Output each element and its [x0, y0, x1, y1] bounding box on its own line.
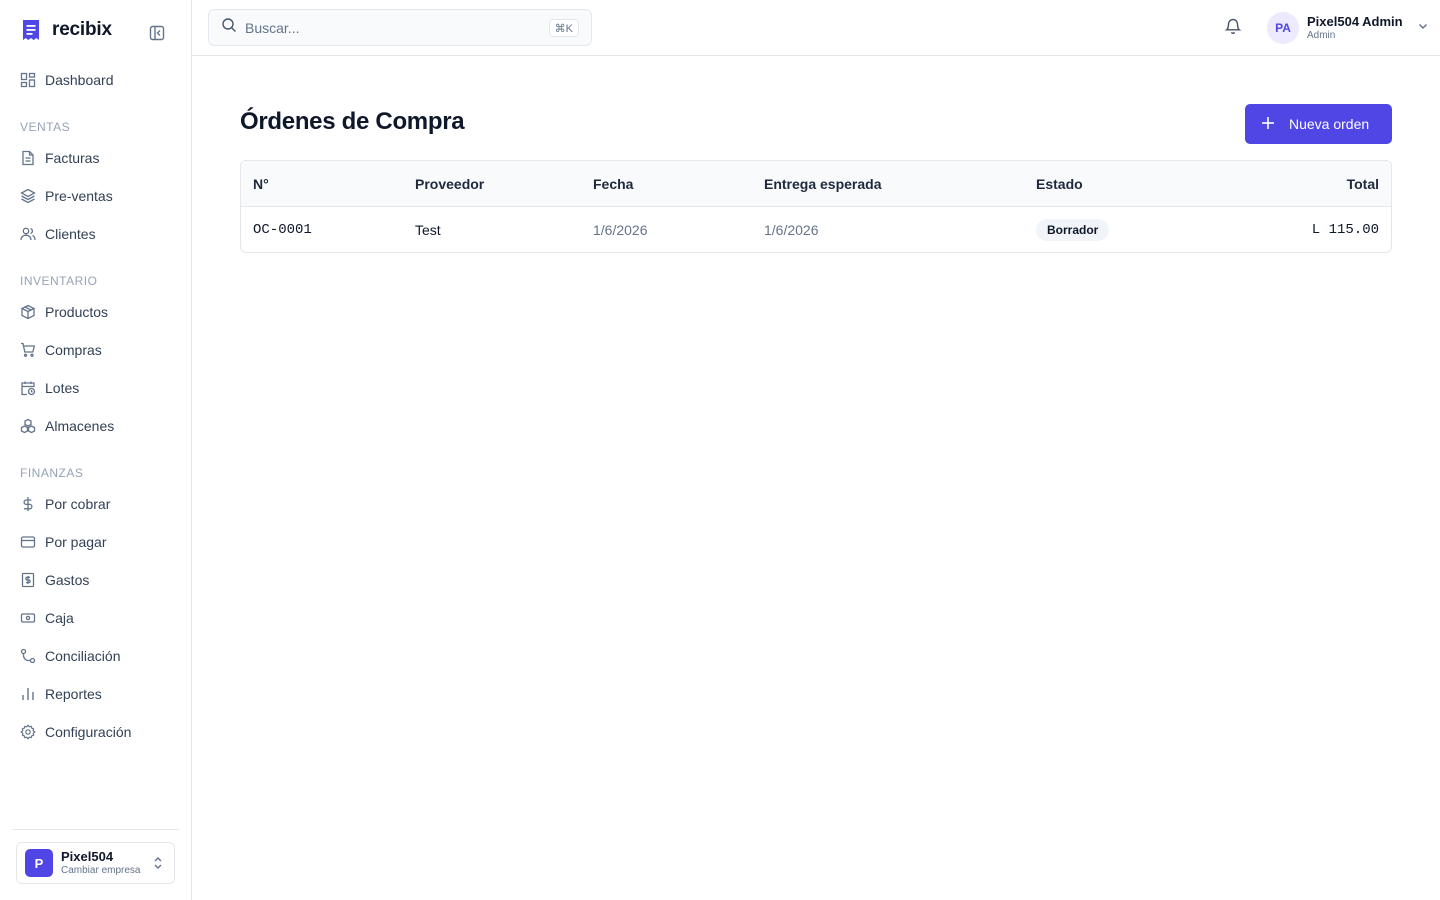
sidebar-item-productos[interactable]: Productos — [8, 294, 183, 330]
sidebar-item-por-cobrar[interactable]: Por cobrar — [8, 486, 183, 522]
sidebar-item-label: Almacenes — [45, 418, 115, 434]
sidebar-item-pre-ventas[interactable]: Pre-ventas — [8, 178, 183, 214]
order-status-cell: Borrador — [1036, 207, 1110, 252]
sidebar-item-label: Pre-ventas — [45, 188, 113, 204]
dollar-sign-icon — [23, 497, 33, 511]
sidebar-item-conciliacion[interactable]: Conciliación — [8, 638, 183, 674]
column-header-date[interactable]: Fecha — [593, 161, 633, 207]
collapse-sidebar-button[interactable] — [146, 22, 168, 44]
layers-icon — [20, 188, 36, 204]
order-expected-delivery: 1/6/2026 — [764, 222, 819, 238]
shopping-cart-icon — [21, 342, 36, 357]
sidebar-item-label: Gastos — [45, 572, 90, 588]
search-shortcut: ⌘K — [548, 19, 579, 37]
sidebar-footer-divider — [12, 829, 179, 830]
sidebar-item-clientes[interactable]: Clientes — [8, 216, 183, 252]
dashboard-icon — [20, 72, 36, 88]
sidebar-item-label: Lotes — [45, 380, 80, 396]
sidebar-item-label: Caja — [45, 610, 74, 626]
chevrons-up-down-icon — [152, 856, 164, 875]
sidebar-item-label: Dashboard — [45, 72, 114, 88]
sidebar-item-gastos[interactable]: Gastos — [8, 562, 183, 598]
sidebar-item-por-pagar[interactable]: Por pagar — [8, 524, 183, 560]
table-header-row: N° Proveedor Fecha Entrega esperada Esta… — [241, 161, 1391, 207]
git-compare-icon — [20, 648, 36, 664]
boxes-icon — [20, 418, 36, 434]
sidebar-item-label: Facturas — [45, 150, 100, 166]
company-avatar: P — [25, 849, 53, 877]
sidebar: recibix Dashboard VENTAS Facturas Pre-ve… — [0, 0, 192, 900]
chevron-down-icon — [1417, 19, 1429, 37]
sidebar-item-label: Productos — [45, 304, 109, 320]
package-icon — [21, 304, 35, 320]
status-badge: Borrador — [1036, 219, 1110, 241]
column-header-expected-delivery[interactable]: Entrega esperada — [764, 161, 882, 207]
sidebar-item-label: Compras — [45, 342, 102, 358]
nav-section-finanzas: FINANZAS — [20, 466, 84, 480]
search-box[interactable]: ⌘K — [208, 9, 592, 46]
sidebar-item-label: Conciliación — [45, 648, 121, 664]
user-menu[interactable]: PA Pixel504 Admin Admin — [1267, 11, 1429, 45]
sidebar-item-label: Configuración — [45, 724, 132, 740]
user-name: Pixel504 Admin — [1307, 14, 1403, 29]
page-title: Órdenes de Compra — [240, 108, 465, 135]
new-order-button[interactable]: Nueva orden — [1245, 104, 1392, 144]
credit-card-icon — [20, 536, 36, 548]
sidebar-item-caja[interactable]: Caja — [8, 600, 183, 636]
calendar-clock-icon — [21, 381, 36, 396]
receipt-dollar-icon — [21, 572, 35, 588]
sidebar-item-label: Por pagar — [45, 534, 107, 550]
column-header-status[interactable]: Estado — [1036, 161, 1083, 207]
purchase-orders-table: N° Proveedor Fecha Entrega esperada Esta… — [240, 160, 1392, 253]
sidebar-item-facturas[interactable]: Facturas — [8, 140, 183, 176]
search-input[interactable] — [245, 19, 535, 36]
table-row[interactable]: OC-0001 Test 1/6/2026 1/6/2026 Borrador … — [241, 207, 1391, 252]
sidebar-item-label: Clientes — [45, 226, 96, 242]
users-icon — [20, 227, 36, 241]
brand-name: recibix — [52, 19, 112, 40]
nav-section-ventas: VENTAS — [20, 120, 71, 134]
company-switch-label: Cambiar empresa — [61, 865, 141, 876]
notifications-bell-icon[interactable] — [1224, 17, 1244, 37]
order-number[interactable]: OC-0001 — [253, 207, 312, 252]
nav-section-inventario: INVENTARIO — [20, 274, 98, 288]
sidebar-nav: Dashboard VENTAS Facturas Pre-ventas Cli… — [0, 62, 191, 752]
sidebar-item-dashboard[interactable]: Dashboard — [8, 62, 183, 98]
new-order-label: Nueva orden — [1289, 116, 1370, 132]
gear-icon — [20, 724, 36, 740]
avatar: PA — [1267, 12, 1299, 44]
brand[interactable]: recibix — [20, 16, 112, 44]
sidebar-item-reportes[interactable]: Reportes — [8, 676, 183, 712]
order-date: 1/6/2026 — [593, 222, 648, 238]
sidebar-item-label: Reportes — [45, 686, 102, 702]
file-text-icon — [22, 150, 34, 166]
banknote-icon — [20, 613, 36, 623]
plus-icon — [1261, 116, 1275, 133]
company-name: Pixel504 — [61, 849, 114, 864]
search-icon — [221, 17, 237, 38]
sidebar-item-label: Por cobrar — [45, 496, 111, 512]
column-header-supplier[interactable]: Proveedor — [415, 161, 484, 207]
receipt-logo-icon — [20, 18, 42, 42]
user-role: Admin — [1307, 30, 1336, 41]
bar-chart-icon — [22, 688, 34, 700]
sidebar-item-lotes[interactable]: Lotes — [8, 370, 183, 406]
company-switcher[interactable]: P Pixel504 Cambiar empresa — [16, 842, 175, 884]
sidebar-item-configuracion[interactable]: Configuración — [8, 714, 183, 750]
order-supplier: Test — [415, 222, 441, 238]
order-total: L 115.00 — [1311, 222, 1379, 238]
column-header-number[interactable]: N° — [253, 161, 269, 207]
sidebar-item-almacenes[interactable]: Almacenes — [8, 408, 183, 444]
column-header-total[interactable]: Total — [1347, 161, 1379, 207]
topbar: ⌘K PA Pixel504 Admin Admin — [192, 0, 1440, 56]
sidebar-item-compras[interactable]: Compras — [8, 332, 183, 368]
